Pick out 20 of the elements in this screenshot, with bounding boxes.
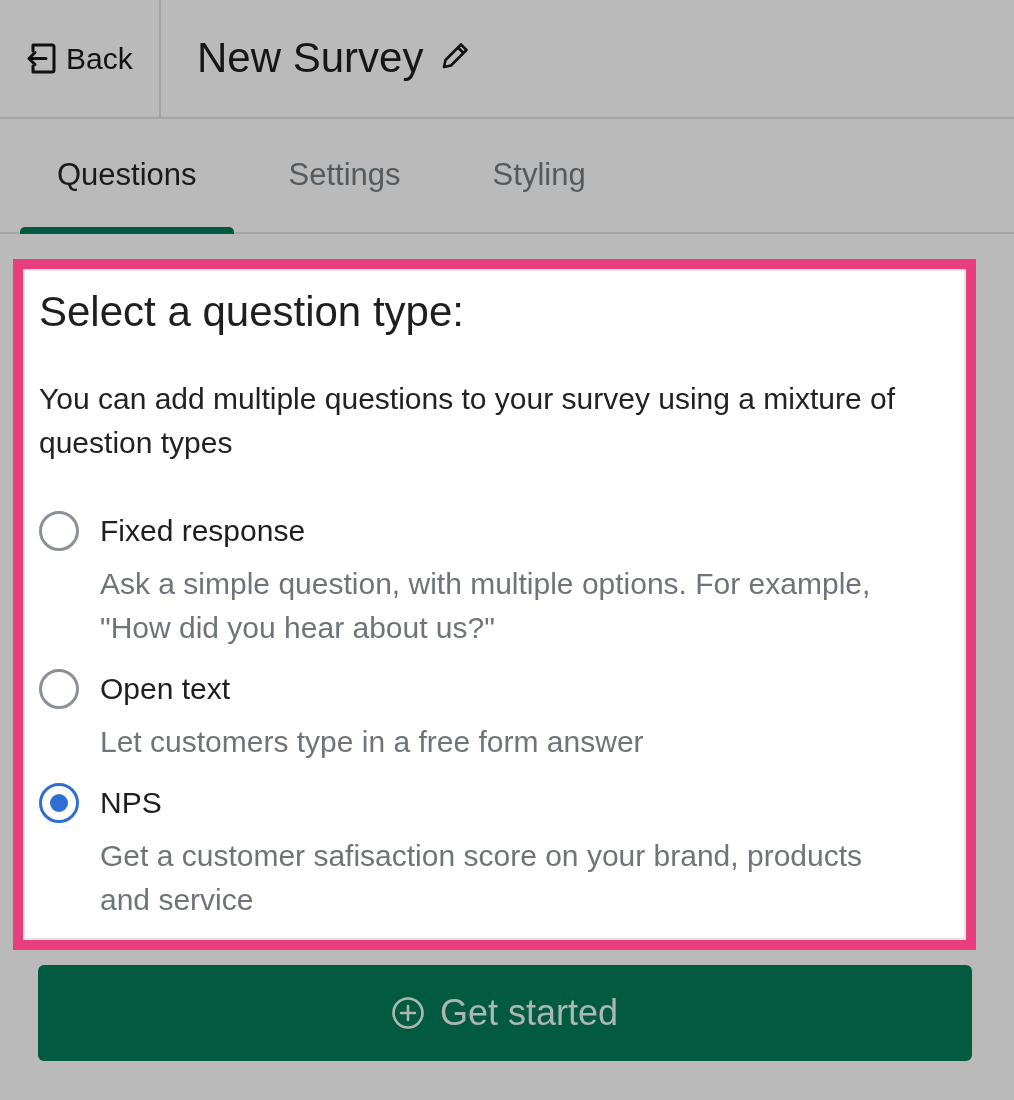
- option-label: Open text: [100, 671, 232, 707]
- option-label: Fixed response: [100, 513, 307, 549]
- option-description: Get a customer safisaction score on your brand, products and service: [100, 838, 864, 918]
- pencil-icon[interactable]: [441, 41, 470, 70]
- panel-description: You can add multiple questions to your survey using a mixture of question types: [39, 381, 897, 461]
- back-button[interactable]: Back: [0, 0, 161, 117]
- get-started-button[interactable]: Get started: [38, 965, 972, 1061]
- radio-button[interactable]: [39, 511, 79, 551]
- tab[interactable]: Questions: [20, 119, 234, 232]
- tab[interactable]: Styling: [455, 119, 623, 232]
- plus-circle-icon: [391, 997, 424, 1029]
- tab[interactable]: Settings: [251, 119, 438, 232]
- option-description: Let customers type in a free form answer: [100, 724, 645, 760]
- radio-button[interactable]: [39, 669, 79, 709]
- option-description: Ask a simple question, with multiple options. For example, "How did you hear about us?": [100, 566, 872, 646]
- panel-title: Select a question type:: [39, 287, 465, 337]
- exit-icon: [24, 43, 56, 74]
- option-label: NPS: [100, 785, 163, 821]
- survey-title: New Survey: [197, 33, 424, 84]
- radio-button[interactable]: [39, 783, 79, 823]
